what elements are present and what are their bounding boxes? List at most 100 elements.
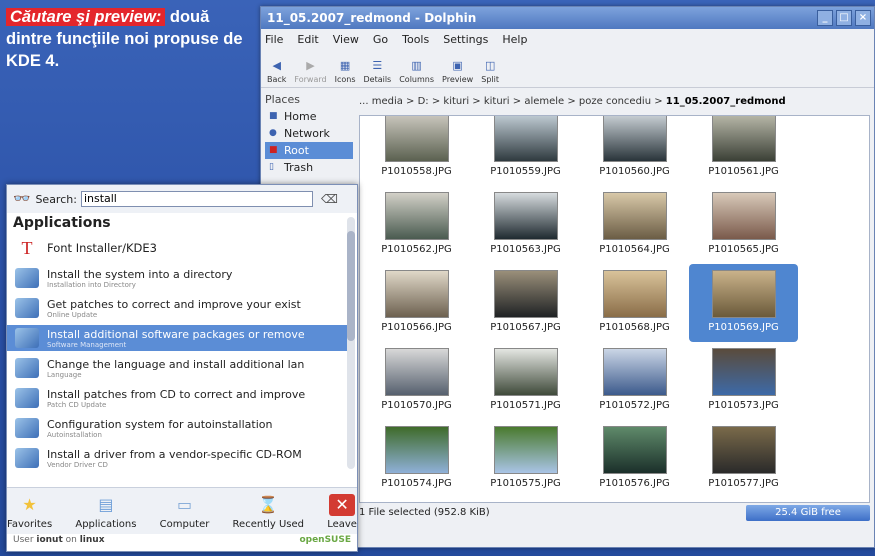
app-generic-name: Vendor Driver CD bbox=[47, 460, 108, 469]
forward-label: Forward bbox=[294, 75, 327, 84]
details-view-button[interactable]: ☰ Details bbox=[363, 59, 391, 87]
app-result-item[interactable]: Install patches from CD to correct and i… bbox=[7, 385, 347, 411]
file-item[interactable]: P1010577.JPG bbox=[689, 420, 798, 498]
scrollbar-thumb[interactable] bbox=[347, 231, 355, 341]
file-item[interactable]: P1010574.JPG bbox=[362, 420, 471, 498]
app-result-item[interactable]: T Font Installer/KDE3 bbox=[7, 235, 347, 261]
preview-button[interactable]: ▣ Preview bbox=[442, 59, 473, 87]
app-result-item[interactable]: Install a driver from a vendor-specific … bbox=[7, 445, 347, 471]
maximize-button[interactable]: □ bbox=[836, 10, 852, 26]
search-row: 👓 Search: install ⌫ bbox=[7, 185, 357, 213]
search-results: T Font Installer/KDE3 Install the system i… bbox=[7, 235, 347, 475]
menu-go[interactable]: Go bbox=[373, 33, 388, 46]
results-scrollbar[interactable] bbox=[347, 217, 355, 469]
file-item[interactable]: P1010570.JPG bbox=[362, 342, 471, 420]
app-result-item[interactable]: Configuration system for autoinstallatio… bbox=[7, 415, 347, 441]
file-name: P1010559.JPG bbox=[490, 166, 561, 177]
place-home[interactable]: ■ Home bbox=[265, 108, 353, 125]
place-network-label: Network bbox=[284, 127, 330, 140]
file-item[interactable]: P1010569.JPG bbox=[689, 264, 798, 342]
file-item[interactable]: P1010563.JPG bbox=[471, 186, 580, 264]
menu-file[interactable]: File bbox=[265, 33, 283, 46]
file-item[interactable]: P1010567.JPG bbox=[471, 264, 580, 342]
file-item[interactable]: P1010572.JPG bbox=[580, 342, 689, 420]
place-network[interactable]: ● Network bbox=[265, 125, 353, 142]
free-space-indicator: 25.4 GiB free bbox=[746, 505, 870, 521]
clear-search-icon[interactable]: ⌫ bbox=[321, 192, 338, 206]
file-item[interactable]: P1010573.JPG bbox=[689, 342, 798, 420]
file-name: P1010568.JPG bbox=[599, 322, 670, 333]
tab-recently-used[interactable]: ⌛ Recently Used bbox=[233, 488, 304, 534]
app-name: Install a driver from a vendor-specific … bbox=[47, 447, 302, 461]
file-name: P1010571.JPG bbox=[490, 400, 561, 411]
app-result-item[interactable]: Install the system into a directory Insta… bbox=[7, 265, 347, 291]
forward-arrow-icon: ▶ bbox=[306, 59, 315, 72]
app-result-item[interactable]: Get patches to correct and improve your … bbox=[7, 295, 347, 321]
file-name: P1010566.JPG bbox=[381, 322, 452, 333]
file-item[interactable]: P1010571.JPG bbox=[471, 342, 580, 420]
place-trash[interactable]: ▯ Trash bbox=[265, 159, 353, 176]
file-item[interactable]: P1010560.JPG bbox=[580, 116, 689, 186]
app-name: Install the system into a directory bbox=[47, 267, 233, 281]
menu-tools[interactable]: Tools bbox=[402, 33, 429, 46]
columns-label: Columns bbox=[399, 75, 435, 84]
file-name: P1010561.JPG bbox=[708, 166, 779, 177]
app-result-text: Font Installer/KDE3 bbox=[47, 241, 157, 255]
place-trash-label: Trash bbox=[284, 161, 314, 174]
tab-computer[interactable]: ▭ Computer bbox=[160, 488, 210, 534]
file-item[interactable]: P1010559.JPG bbox=[471, 116, 580, 186]
tab-leave[interactable]: ✕ Leave bbox=[327, 488, 357, 534]
file-thumbnail bbox=[493, 192, 558, 240]
file-item[interactable]: P1010565.JPG bbox=[689, 186, 798, 264]
split-button[interactable]: ◫ Split bbox=[481, 59, 499, 87]
icons-label: Icons bbox=[334, 75, 356, 84]
place-root[interactable]: ■ Root bbox=[265, 142, 353, 159]
app-result-text: Install the system into a directory Insta… bbox=[47, 268, 232, 289]
file-item[interactable]: P1010558.JPG bbox=[362, 116, 471, 186]
file-item[interactable]: P1010568.JPG bbox=[580, 264, 689, 342]
file-name: P1010576.JPG bbox=[599, 478, 670, 489]
app-result-item[interactable]: Change the language and install addition… bbox=[7, 355, 347, 381]
app-result-item[interactable]: Install additional software packages or … bbox=[7, 325, 347, 351]
file-item[interactable]: P1010566.JPG bbox=[362, 264, 471, 342]
file-name: P1010563.JPG bbox=[490, 244, 561, 255]
close-button[interactable]: × bbox=[855, 10, 871, 26]
app-generic-name: Autoinstallation bbox=[47, 430, 102, 439]
vendor-driver-icon bbox=[15, 448, 39, 468]
file-thumbnail bbox=[384, 192, 449, 240]
file-name: P1010560.JPG bbox=[599, 166, 670, 177]
trash-icon: ▯ bbox=[269, 162, 274, 172]
app-name: Get patches to correct and improve your … bbox=[47, 297, 301, 311]
file-thumbnail bbox=[711, 426, 776, 474]
minimize-button[interactable]: _ bbox=[817, 10, 833, 26]
back-button[interactable]: ◀ Back bbox=[267, 59, 286, 87]
file-item[interactable]: P1010564.JPG bbox=[580, 186, 689, 264]
forward-button[interactable]: ▶ Forward bbox=[294, 59, 326, 87]
file-item[interactable]: P1010576.JPG bbox=[580, 420, 689, 498]
file-item[interactable]: P1010561.JPG bbox=[689, 116, 798, 186]
file-thumbnail bbox=[493, 426, 558, 474]
tab-applications[interactable]: ▤ Applications bbox=[75, 488, 136, 534]
file-item[interactable]: P1010562.JPG bbox=[362, 186, 471, 264]
font-installer-icon: T bbox=[21, 238, 33, 258]
star-icon: ★ bbox=[22, 495, 37, 514]
columns-view-button[interactable]: ▥ Columns bbox=[399, 59, 434, 87]
menu-edit[interactable]: Edit bbox=[297, 33, 318, 46]
tab-favorites[interactable]: ★ Favorites bbox=[7, 488, 52, 534]
tab-computer-label: Computer bbox=[159, 519, 210, 530]
file-thumbnail bbox=[602, 426, 667, 474]
icons-view-button[interactable]: ▦ Icons bbox=[335, 59, 356, 87]
icons-view-icon: ▦ bbox=[339, 59, 351, 72]
preview-icon: ▣ bbox=[452, 59, 463, 72]
breadcrumb[interactable]: ... media > D: > kituri > kituri > aleme… bbox=[359, 93, 870, 111]
tab-leave-label: Leave bbox=[327, 519, 357, 530]
menu-settings[interactable]: Settings bbox=[443, 33, 488, 46]
tab-recently-used-label: Recently Used bbox=[232, 519, 305, 530]
file-thumbnail bbox=[602, 192, 667, 240]
menu-view[interactable]: View bbox=[333, 33, 359, 46]
search-input[interactable]: install bbox=[80, 191, 313, 207]
menu-help[interactable]: Help bbox=[502, 33, 527, 46]
file-item[interactable]: P1010575.JPG bbox=[471, 420, 580, 498]
user-prefix: User bbox=[13, 535, 37, 545]
file-thumbnail bbox=[602, 348, 667, 396]
